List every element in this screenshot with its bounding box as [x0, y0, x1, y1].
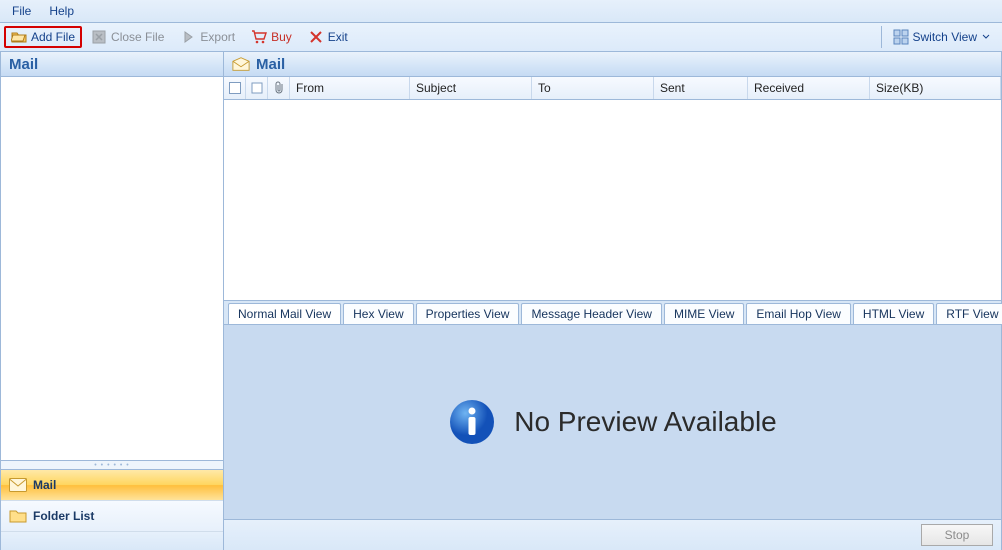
- grid-icon: [893, 29, 909, 45]
- play-icon: [180, 29, 196, 45]
- category-folder-list-label: Folder List: [33, 509, 94, 523]
- exit-label: Exit: [328, 30, 348, 44]
- envelope-icon: [9, 476, 27, 494]
- status-bar: Stop: [224, 519, 1001, 550]
- category-mail[interactable]: Mail: [1, 470, 223, 501]
- col-to[interactable]: To: [532, 77, 654, 99]
- right-panel-title: Mail: [256, 56, 285, 73]
- folder-icon: [9, 507, 27, 525]
- category-folder-list[interactable]: Folder List: [1, 501, 223, 532]
- paperclip-icon: [273, 81, 285, 95]
- menu-file[interactable]: File: [4, 2, 39, 20]
- col-checkbox[interactable]: [224, 77, 246, 99]
- main-area: Mail • • • • • • Mail Folder List: [0, 52, 1002, 550]
- preview-pane: Normal Mail View Hex View Properties Vie…: [224, 300, 1001, 519]
- left-bottom-bar: [1, 532, 223, 550]
- col-flag[interactable]: [246, 77, 268, 99]
- tab-message-header-view[interactable]: Message Header View: [521, 303, 662, 324]
- category-mail-label: Mail: [33, 478, 56, 492]
- chevron-down-icon: [981, 29, 991, 45]
- left-panel: Mail • • • • • • Mail Folder List: [0, 52, 224, 550]
- add-file-label: Add File: [31, 30, 75, 44]
- export-button: Export: [173, 26, 242, 48]
- close-file-label: Close File: [111, 30, 164, 44]
- right-panel-header: Mail: [224, 52, 1001, 77]
- buy-label: Buy: [271, 30, 292, 44]
- add-file-button[interactable]: Add File: [4, 26, 82, 48]
- col-from[interactable]: From: [290, 77, 410, 99]
- stop-button: Stop: [921, 524, 993, 546]
- close-icon: [308, 29, 324, 45]
- col-sent[interactable]: Sent: [654, 77, 748, 99]
- switch-view-button[interactable]: Switch View: [886, 26, 998, 48]
- buy-button[interactable]: Buy: [244, 26, 299, 48]
- col-received[interactable]: Received: [748, 77, 870, 99]
- tab-mime-view[interactable]: MIME View: [664, 303, 744, 324]
- col-size[interactable]: Size(KB): [870, 77, 1001, 99]
- tab-normal-mail-view[interactable]: Normal Mail View: [228, 303, 341, 324]
- info-icon: [448, 398, 496, 446]
- preview-body: No Preview Available: [224, 325, 1001, 519]
- menubar: File Help: [0, 0, 1002, 23]
- col-attachment[interactable]: [268, 77, 290, 99]
- envelope-open-icon: [232, 55, 250, 73]
- message-list-header: From Subject To Sent Received Size(KB): [224, 77, 1001, 100]
- left-panel-title: Mail: [1, 52, 223, 77]
- app-window: File Help Add File Close File Export: [0, 0, 1002, 550]
- folder-tree[interactable]: [1, 77, 223, 461]
- exit-button[interactable]: Exit: [301, 26, 355, 48]
- export-label: Export: [200, 30, 235, 44]
- tab-properties-view[interactable]: Properties View: [416, 303, 520, 324]
- tab-html-view[interactable]: HTML View: [853, 303, 934, 324]
- toolbar: Add File Close File Export Buy Exit: [0, 23, 1002, 52]
- tab-rtf-view[interactable]: RTF View: [936, 303, 1002, 324]
- menu-help[interactable]: Help: [41, 2, 82, 20]
- preview-message: No Preview Available: [514, 406, 777, 438]
- right-panel: Mail From Subject To Sent R: [224, 52, 1002, 550]
- close-file-button: Close File: [84, 26, 171, 48]
- switch-view-label: Switch View: [913, 30, 977, 44]
- preview-tabs: Normal Mail View Hex View Properties Vie…: [224, 301, 1001, 325]
- folder-open-icon: [11, 29, 27, 45]
- close-file-icon: [91, 29, 107, 45]
- cart-icon: [251, 29, 267, 45]
- col-subject[interactable]: Subject: [410, 77, 532, 99]
- tab-hex-view[interactable]: Hex View: [343, 303, 413, 324]
- splitter-gripper[interactable]: • • • • • •: [1, 461, 223, 470]
- message-list-body[interactable]: [224, 100, 1001, 300]
- tab-email-hop-view[interactable]: Email Hop View: [746, 303, 850, 324]
